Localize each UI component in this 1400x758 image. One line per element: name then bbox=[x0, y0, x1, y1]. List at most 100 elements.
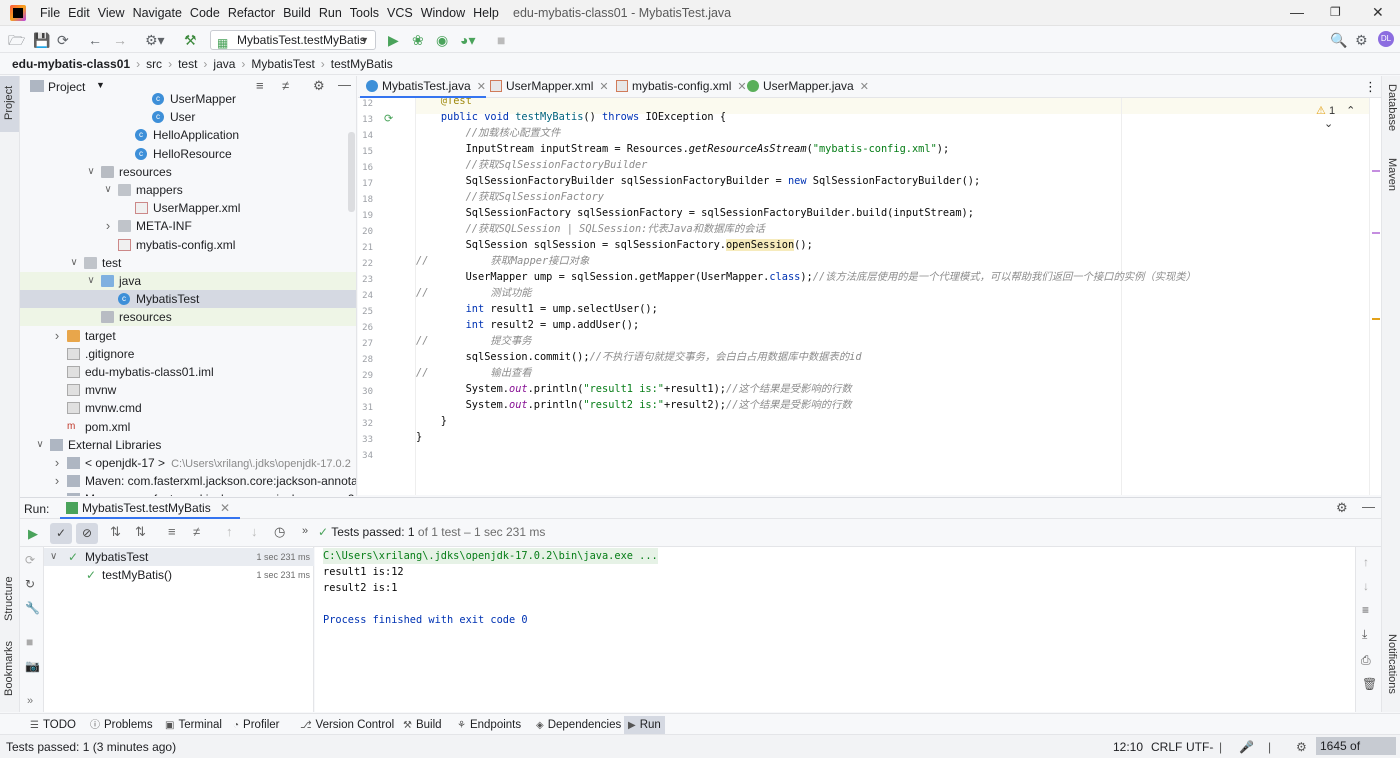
close-icon[interactable]: ✕ bbox=[599, 81, 608, 93]
microphone-icon[interactable]: 🎤 bbox=[1239, 740, 1254, 754]
menu-vcs[interactable]: VCS bbox=[387, 6, 419, 20]
run-tab[interactable]: MybatisTest.testMyBatis ✕ bbox=[60, 498, 241, 519]
tool-tab-run[interactable]: ▶ Run bbox=[624, 716, 665, 734]
open-folder-icon[interactable]: 🗁 bbox=[8, 32, 25, 48]
menu-refactor[interactable]: Refactor bbox=[228, 6, 281, 20]
breadcrumb-item[interactable]: test bbox=[178, 57, 197, 71]
tree-item[interactable]: › Maven: com.fasterxml.jackson.core:jacks… bbox=[20, 490, 356, 496]
soft-wrap-icon[interactable]: ≡ bbox=[1362, 603, 1369, 617]
build-hammer-icon[interactable]: ⚒ bbox=[184, 32, 197, 48]
profile-icon[interactable]: ◕▾ bbox=[460, 32, 475, 48]
show-passed-toggle[interactable]: ✓ bbox=[50, 523, 72, 544]
run-test-gutter-icon[interactable]: ⟳ bbox=[384, 112, 393, 125]
tree-item[interactable]: ∨ test bbox=[20, 254, 356, 272]
tree-item[interactable]: .gitignore bbox=[20, 345, 356, 363]
readonly-toggle-icon[interactable]: | bbox=[1219, 740, 1222, 754]
tool-tab-todo[interactable]: ☰ TODO bbox=[26, 716, 80, 734]
menu-help[interactable]: Help bbox=[473, 6, 505, 20]
maven-tool-label[interactable]: Maven bbox=[1386, 158, 1398, 191]
menu-file[interactable]: File bbox=[40, 6, 66, 20]
inspection-widget[interactable]: ⚠ 1 ⌃ ⌄ bbox=[1316, 104, 1369, 130]
minimize-icon[interactable]: — bbox=[1290, 4, 1304, 20]
expand-all-icon[interactable]: ≡ bbox=[168, 524, 176, 539]
tree-item[interactable]: › < openjdk-17 > C:\Users\xrilang\.jdks\op… bbox=[20, 454, 356, 472]
wrench-icon[interactable]: 🔧 bbox=[25, 601, 40, 615]
menu-build[interactable]: Build bbox=[283, 6, 317, 20]
test-tree-row[interactable]: ✓ testMyBatis() 1 sec 231 ms bbox=[44, 566, 314, 584]
bookmarks-tool-label[interactable]: Bookmarks bbox=[3, 641, 15, 696]
menu-view[interactable]: View bbox=[98, 6, 131, 20]
breadcrumb-item[interactable]: java bbox=[213, 57, 235, 71]
structure-tool-label[interactable]: Structure bbox=[3, 576, 15, 621]
tool-tab-problems[interactable]: ⓘ Problems bbox=[86, 716, 157, 734]
more-chevron-icon[interactable]: » bbox=[302, 525, 308, 537]
toggle-auto-test-icon[interactable]: ↻ bbox=[25, 577, 35, 591]
chevron-down-icon[interactable]: ∨ bbox=[85, 272, 97, 290]
tool-tab-profiler[interactable]: ◔ Profiler bbox=[229, 716, 283, 734]
hide-panel-icon[interactable]: — bbox=[1362, 499, 1375, 514]
tree-item[interactable]: mybatis-config.xml bbox=[20, 236, 356, 254]
tree-item[interactable]: UserMapper.xml bbox=[20, 199, 356, 217]
tree-item[interactable]: mvnw.cmd bbox=[20, 399, 356, 417]
chevron-down-icon[interactable]: ∨ bbox=[85, 163, 97, 181]
stop-icon[interactable]: ■ bbox=[26, 635, 33, 649]
tree-item[interactable]: edu-mybatis-class01.iml bbox=[20, 363, 356, 381]
editor-tab[interactable]: mybatis-config.xml ✕ bbox=[610, 76, 747, 98]
tree-item[interactable]: c UserMapper bbox=[20, 90, 356, 108]
notifications-tool-label[interactable]: Notifications bbox=[1386, 634, 1398, 694]
tool-tab-dependencies[interactable]: ◈ Dependencies bbox=[532, 716, 625, 734]
editor-tab[interactable]: UserMapper.xml ✕ bbox=[484, 76, 609, 98]
coverage-icon[interactable]: ◉ bbox=[436, 32, 448, 48]
tree-item[interactable]: c User bbox=[20, 108, 356, 126]
back-icon[interactable]: ← bbox=[88, 32, 102, 48]
tree-item[interactable]: › target bbox=[20, 327, 356, 345]
forward-icon[interactable]: → bbox=[113, 32, 127, 48]
previous-failed-icon[interactable]: ↑ bbox=[226, 524, 233, 539]
chevron-down-icon[interactable]: ∨ bbox=[34, 436, 46, 454]
memory-indicator[interactable]: 1645 of 2022M bbox=[1316, 737, 1396, 755]
collapse-all-icon[interactable]: ≠ bbox=[193, 524, 200, 539]
breadcrumb-item[interactable]: src bbox=[146, 57, 162, 71]
more-tabs-icon[interactable]: ⋮ bbox=[1364, 79, 1377, 95]
print-icon[interactable]: ⎙ bbox=[1361, 653, 1371, 668]
rerun-icon[interactable]: ▶ bbox=[28, 526, 38, 542]
user-icon[interactable]: ⚙▾ bbox=[145, 32, 165, 48]
sort-alpha-icon[interactable]: ⇅ bbox=[110, 524, 121, 540]
line-separator[interactable]: CRLF bbox=[1151, 740, 1182, 754]
tree-item[interactable]: m pom.xml bbox=[20, 418, 356, 436]
chevron-up-icon[interactable]: ⌃ bbox=[1346, 105, 1355, 117]
save-all-icon[interactable]: 💾 bbox=[33, 32, 50, 48]
avatar[interactable]: DL bbox=[1378, 31, 1394, 47]
maximize-icon[interactable]: ❐ bbox=[1330, 5, 1341, 19]
stop-icon[interactable]: ■ bbox=[497, 32, 505, 48]
caret-position[interactable]: 12:10 bbox=[1113, 740, 1143, 754]
more-chevron-icon[interactable]: » bbox=[27, 695, 33, 707]
close-icon[interactable]: ✕ bbox=[860, 81, 869, 93]
chevron-right-icon[interactable]: › bbox=[102, 217, 114, 235]
menu-run[interactable]: Run bbox=[319, 6, 348, 20]
tree-item[interactable]: c HelloApplication bbox=[20, 126, 356, 144]
chevron-right-icon[interactable]: › bbox=[51, 472, 63, 490]
tool-tab-build[interactable]: ⚒ Build bbox=[399, 716, 446, 734]
file-encoding[interactable]: UTF-8 bbox=[1186, 740, 1214, 754]
status-message[interactable]: Tests passed: 1 (3 minutes ago) bbox=[6, 740, 176, 754]
close-icon[interactable]: ✕ bbox=[220, 501, 230, 515]
chevron-right-icon[interactable]: › bbox=[51, 327, 63, 345]
breadcrumb-item[interactable]: MybatisTest bbox=[251, 57, 314, 71]
screenshot-icon[interactable]: 📷 bbox=[25, 659, 40, 673]
menu-window[interactable]: Window bbox=[421, 6, 471, 20]
tree-item[interactable]: resources bbox=[20, 308, 356, 327]
chevron-down-icon[interactable]: ∨ bbox=[50, 548, 57, 566]
tree-item[interactable]: mvnw bbox=[20, 381, 356, 399]
close-icon[interactable]: ✕ bbox=[1372, 4, 1384, 21]
chevron-right-icon[interactable]: › bbox=[51, 490, 63, 496]
tool-tab-terminal[interactable]: ▣ Terminal bbox=[161, 716, 226, 734]
sync-icon[interactable]: ⟳ bbox=[57, 32, 69, 48]
settings-gear-icon[interactable]: ⚙ bbox=[1355, 32, 1368, 48]
tree-item[interactable]: ∨ resources bbox=[20, 163, 356, 181]
tool-tab-endpoints[interactable]: ⚘ Endpoints bbox=[453, 716, 525, 734]
editor-scrollbar[interactable] bbox=[1369, 98, 1381, 495]
project-scrollbar[interactable] bbox=[348, 132, 355, 212]
sort-duration-icon[interactable]: ⇅ bbox=[135, 524, 146, 540]
run-icon[interactable]: ▶ bbox=[388, 32, 399, 48]
